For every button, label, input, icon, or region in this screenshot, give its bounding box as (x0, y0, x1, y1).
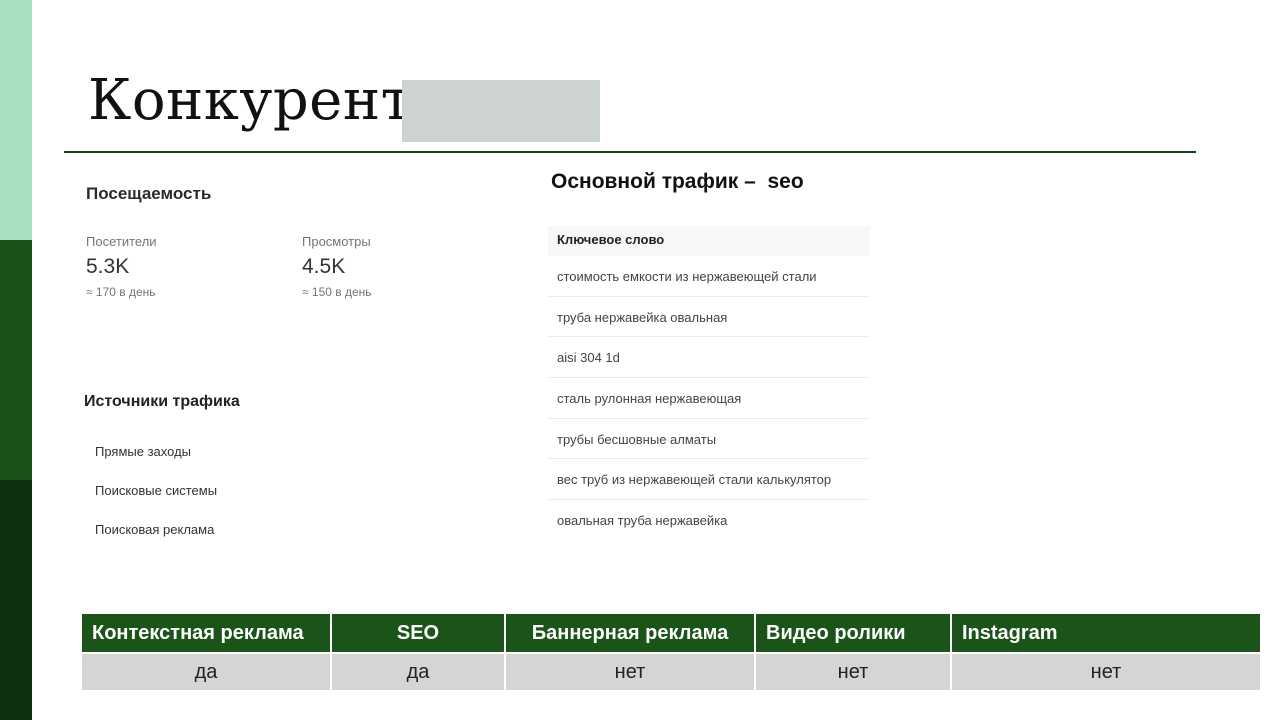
value-banner-ads: нет (504, 652, 756, 692)
header-banner-ads: Баннерная реклама (504, 612, 756, 654)
keyword-row: стоимость емкости из нержавеющей стали (548, 256, 870, 297)
keyword-row: труба нержавейка овальная (548, 297, 870, 338)
header-seo: SEO (330, 612, 506, 654)
views-value: 4.5K (302, 255, 346, 278)
traffic-sources-heading: Источники трафика (84, 393, 240, 410)
attendance-heading: Посещаемость (86, 184, 212, 203)
keyword-row: трубы бесшовные алматы (548, 419, 870, 460)
visitors-label: Посетители (86, 234, 157, 249)
keywords-table: Ключевое слово стоимость емкости из нерж… (548, 226, 870, 541)
traffic-sources-list: Прямые заходы Поисковые системы Поискова… (95, 444, 217, 561)
side-accent-bar (0, 0, 32, 720)
side-accent-mid (0, 240, 32, 480)
redacted-competitor-name (402, 80, 600, 142)
source-direct: Прямые заходы (95, 444, 192, 459)
value-seo: да (330, 652, 506, 692)
visitors-value: 5.3K (86, 255, 130, 278)
source-search-ads: Поисковая реклама (95, 522, 215, 537)
value-instagram: нет (950, 652, 1262, 692)
header-instagram: Instagram (950, 612, 1262, 654)
header-context-ads: Контекстная реклама (80, 612, 332, 654)
value-context-ads: да (80, 652, 332, 692)
visitors-metric: Посетители 5.3K ≈ 170 в день (86, 234, 157, 299)
keyword-row: овальная труба нержавейка (557, 513, 728, 529)
side-accent-light (0, 0, 32, 240)
side-accent-dark (0, 480, 32, 720)
slide-title: Конкурент: (88, 68, 432, 133)
channels-values-row: да да нет нет нет (80, 652, 1262, 692)
keyword-row: сталь рулонная нержавеющая (548, 378, 870, 419)
keyword-row: aisi 304 1d (548, 337, 870, 379)
views-per-day: ≈ 150 в день (302, 285, 372, 299)
marketing-channels-table: Контекстная реклама SEO Баннерная реклам… (80, 612, 1262, 692)
value-video: нет (754, 652, 952, 692)
views-metric: Просмотры 4.5K ≈ 150 в день (302, 234, 372, 299)
source-search-engines: Поисковые системы (95, 483, 218, 498)
keyword-row: вес труб из нержавеющей стали калькулято… (548, 459, 870, 501)
main-traffic-heading: Основной трафик – seo (551, 170, 804, 193)
visitors-per-day: ≈ 170 в день (86, 285, 156, 299)
views-label: Просмотры (302, 234, 371, 249)
header-video: Видео ролики (754, 612, 952, 654)
keywords-column-header: Ключевое слово (548, 226, 870, 256)
title-divider (64, 151, 1196, 153)
channels-header-row: Контекстная реклама SEO Баннерная реклам… (80, 612, 1262, 654)
